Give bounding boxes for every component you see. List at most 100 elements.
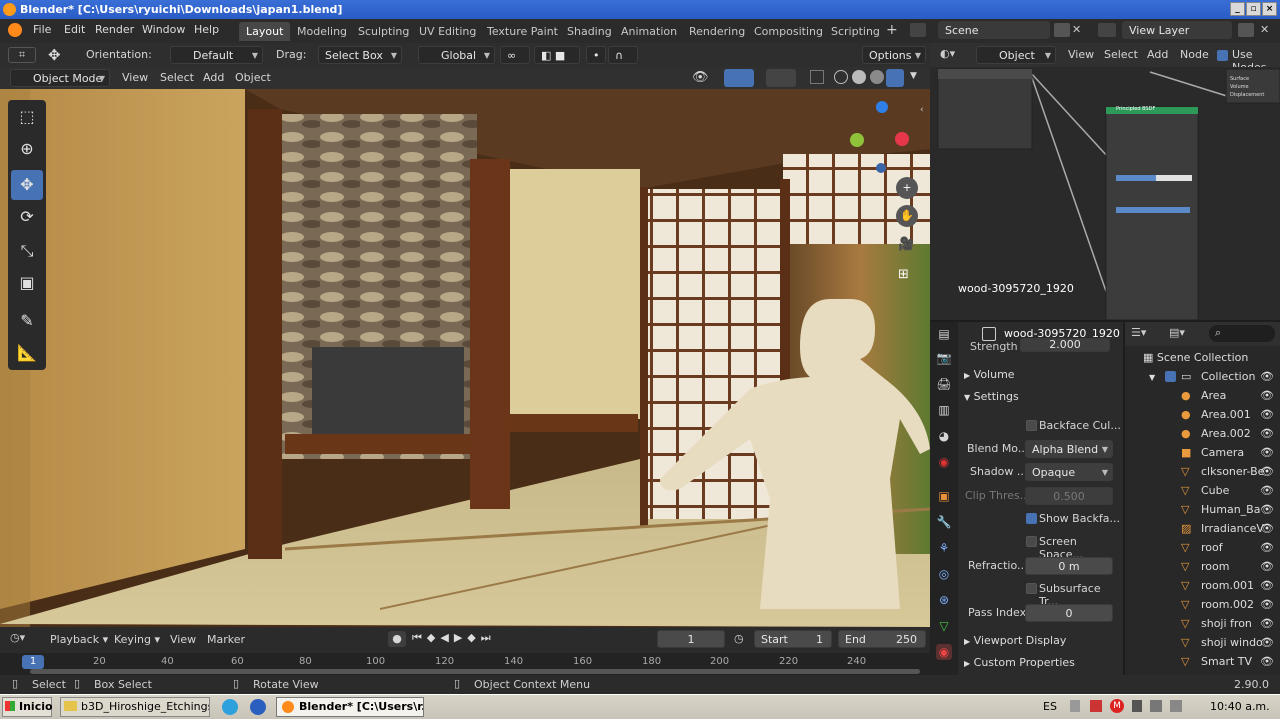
marker-menu[interactable]: Marker [207,633,245,646]
node-editor-type-icon[interactable]: ◐▾ [940,47,955,60]
orientation-dropdown[interactable]: Default ▼ [170,46,263,64]
outliner-row[interactable]: ▽ room 👁 [1125,557,1280,576]
language-indicator[interactable]: ES [1043,700,1057,713]
browser-icon[interactable] [250,699,266,715]
measure-icon[interactable]: 📐 [11,338,43,368]
outliner-row[interactable]: ▽ room.001 👁 [1125,576,1280,595]
refraction-depth-field[interactable]: 0 m [1025,557,1113,575]
settings-panel[interactable]: ▼ Settings [930,386,1120,408]
tab-texture-paint[interactable]: Texture Paint [480,22,565,41]
scene-tab-icon[interactable]: ◕ [936,428,952,444]
menu-edit[interactable]: Edit [64,23,85,36]
playback-menu[interactable]: Playback ▾ [50,633,108,646]
network-tray-icon[interactable] [1150,700,1162,712]
scene-field[interactable]: Scene [938,21,1050,39]
tab-sculpting[interactable]: Sculpting [351,22,416,41]
tray-icon[interactable] [1090,700,1102,712]
zoom-icon[interactable]: + [896,177,918,199]
tab-modeling[interactable]: Modeling [290,22,354,41]
outliner-row[interactable]: ▽ room.002 👁 [1125,595,1280,614]
close-button[interactable]: × [1262,2,1277,16]
outliner-type-icon[interactable]: ☰▾ [1131,326,1146,339]
menu-help[interactable]: Help [194,23,219,36]
show-backface-checkbox[interactable] [1026,513,1037,524]
use-nodes-checkbox[interactable] [1217,50,1228,61]
outliner-row[interactable]: ▽ Human_Ba 👁 [1125,500,1280,519]
gizmo-y-axis-icon[interactable] [850,133,864,147]
playhead[interactable]: 1 [22,655,44,669]
volume-tray-icon[interactable] [1170,700,1182,712]
tab-scripting[interactable]: Scripting [824,22,887,41]
ortho-grid-icon[interactable]: ⊞ [898,267,909,282]
editor-type-icon[interactable]: ⌗ [8,47,36,63]
physics-tab-icon[interactable]: ◎ [936,566,952,582]
start-frame-field[interactable]: Start 1 [754,630,832,648]
menu-render[interactable]: Render [95,23,134,36]
gizmo-z-axis-icon[interactable] [876,101,888,113]
taskbar-blender-button[interactable]: Blender* [C:\Users\r... [276,697,424,717]
gmail-tray-icon[interactable]: M [1110,699,1124,713]
view-menu[interactable]: View [122,71,148,84]
strength-field[interactable]: 2.000 [1020,338,1110,352]
view-layer-icon[interactable] [1098,23,1116,37]
node-view-menu[interactable]: View [1068,48,1094,61]
maximize-button[interactable]: ▫ [1246,2,1261,16]
tab-animation[interactable]: Animation [614,22,684,41]
node-object-dropdown[interactable]: Object ▼ [976,46,1056,64]
new-view-layer-icon[interactable] [1238,23,1254,37]
modifier-tab-icon[interactable]: 🔧 [936,514,952,530]
3d-viewport[interactable]: + ✋ 🎥 ⊞ ‹ [0,89,930,627]
volume-panel[interactable]: ▶ Volume [930,364,1120,386]
display-mode-icon[interactable]: ▤▾ [1169,326,1185,339]
transform-orientation-dropdown[interactable]: Global ▼ [418,46,495,64]
solid-shading-icon[interactable] [852,70,866,84]
rendered-shading-icon[interactable] [886,69,904,87]
menu-file[interactable]: File [33,23,51,36]
current-frame-field[interactable]: 1 [657,630,725,648]
constraints-tab-icon[interactable]: ⊛ [936,592,952,608]
tab-compositing[interactable]: Compositing [747,22,830,41]
node-editor[interactable]: wood-3095720_1920 Principled BSDF Surfac… [930,67,1280,320]
sidebar-toggle-icon[interactable]: ‹ [920,105,924,115]
node-select-menu[interactable]: Select [1104,48,1138,61]
minimize-button[interactable]: _ [1230,2,1245,16]
outliner-row[interactable]: ▽ shoji windo 👁 [1125,633,1280,652]
custom-properties-panel[interactable]: ▶ Custom Properties [930,652,1120,674]
world-tab-icon[interactable]: ◉ [936,454,952,470]
pass-index-field[interactable]: 0 [1025,604,1113,622]
tab-shading[interactable]: Shading [560,22,619,41]
select-box-icon[interactable]: ⬚ [11,102,43,132]
object-tab-icon[interactable]: ▣ [936,488,952,504]
outliner-row[interactable]: ▽ shoji fron 👁 [1125,614,1280,633]
proportional-edit-toggle[interactable]: • [586,46,606,64]
outliner-row[interactable]: ▽ roof 👁 [1125,538,1280,557]
select-menu[interactable]: Select [160,71,194,84]
outliner-row[interactable]: ● Area.001 👁 [1125,405,1280,424]
xray-toggle[interactable] [810,70,824,84]
overlay-toggle[interactable] [766,69,796,87]
object-menu[interactable]: Object [235,71,271,84]
tray-icon[interactable] [1132,700,1142,712]
tray-icon[interactable] [1070,700,1080,712]
editor-type-props-icon[interactable]: ▤ [936,326,952,342]
menu-window[interactable]: Window [142,23,185,36]
wireframe-shading-icon[interactable] [834,70,848,84]
remove-scene-icon[interactable]: ✕ [1072,23,1086,37]
tab-layout[interactable]: Layout [239,22,291,41]
outliner-row[interactable]: ■ Camera 👁 [1125,443,1280,462]
viewport-display-panel[interactable]: ▶ Viewport Display [930,630,1120,652]
screen-space-refraction-checkbox[interactable] [1026,536,1037,547]
visibility-icon[interactable]: 👁 [692,70,709,85]
outliner-row[interactable]: ▽ Smart TV 👁 [1125,652,1280,671]
principled-node-title[interactable]: Principled BSDF [1116,106,1155,112]
clip-threshold-field[interactable]: 0.500 [1025,487,1113,505]
outliner-row[interactable]: ▽ Cube 👁 [1125,481,1280,500]
falloff-dropdown[interactable]: ∩ [608,46,638,64]
move-icon[interactable]: ✥ [11,170,43,200]
shadow-mode-dropdown[interactable]: Opaque ▼ [1025,463,1113,481]
view-layer-field[interactable]: View Layer [1122,21,1232,39]
mode-dropdown[interactable]: Object Mode ▼ [10,69,110,87]
end-frame-field[interactable]: End 250 [838,630,926,648]
add-menu[interactable]: Add [203,71,224,84]
scene-collection-row[interactable]: ▦ Scene Collection [1125,348,1280,367]
